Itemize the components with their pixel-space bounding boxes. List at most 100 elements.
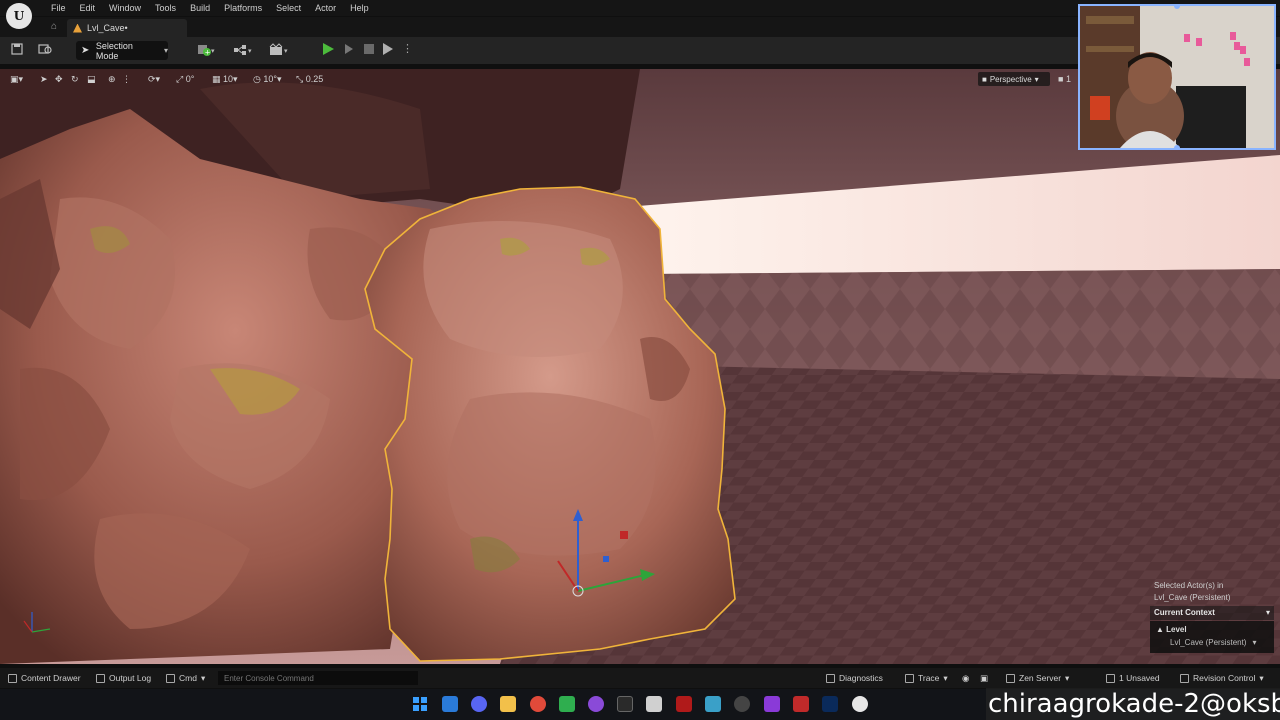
current-context-header[interactable]: Current Context ▾ xyxy=(1150,606,1274,620)
discord-icon[interactable] xyxy=(471,696,487,712)
menu-tools[interactable]: Tools xyxy=(148,2,183,15)
home-icon[interactable]: ⌂ xyxy=(48,21,60,33)
selection-mode-dropdown[interactable]: ➤ Selection Mode ▾ xyxy=(76,41,168,61)
terminal-icon xyxy=(166,673,175,683)
unsaved-label: 1 Unsaved xyxy=(1119,673,1160,683)
move-tool-icon[interactable]: ✥ xyxy=(55,73,63,85)
revision-control-dropdown[interactable]: Revision Control ▾ xyxy=(1180,672,1264,684)
output-log-label: Output Log xyxy=(109,673,152,683)
save-icon[interactable] xyxy=(10,43,24,57)
transform-menu-icon[interactable]: ▣▾ xyxy=(10,73,23,85)
chevron-down-icon: ▾ xyxy=(1034,74,1039,84)
rotation-snap-value: 0° xyxy=(185,74,195,84)
viewport-options[interactable]: ■ 1 xyxy=(1058,73,1071,85)
watermark-text: chiraagrokade-2@oksbi xyxy=(986,688,1280,720)
select-tool-icon[interactable]: ➤ xyxy=(40,73,48,85)
notepad-plus-icon[interactable] xyxy=(559,696,575,712)
menu-window[interactable]: Window xyxy=(102,2,148,15)
record-icon[interactable]: ◉ xyxy=(962,672,969,684)
add-actor-icon[interactable]: + ▾ xyxy=(196,43,218,57)
revision-icon xyxy=(1180,673,1189,683)
windows-start-icon[interactable] xyxy=(412,696,428,712)
content-drawer-icon xyxy=(8,673,17,683)
file-explorer-icon[interactable] xyxy=(500,696,516,712)
viewport-toolbar: ▣▾ ➤ ✥ ↻ ⬓ ⊕ ⋮ ⟳▾ ⤢ 0° ▦ 10▾ ◷ 10°▾ ⤡ 0.… xyxy=(0,69,1280,89)
browse-icon[interactable] xyxy=(38,43,52,57)
more-icon[interactable]: ⋮ xyxy=(122,73,131,85)
resize-handle-icon[interactable] xyxy=(1174,145,1180,148)
terminal-icon[interactable] xyxy=(617,696,633,712)
eject-button[interactable] xyxy=(383,43,393,55)
level-row: ▲ Level xyxy=(1150,623,1274,636)
app-circle-icon[interactable] xyxy=(734,696,750,712)
unsaved-button[interactable]: 1 Unsaved xyxy=(1106,672,1160,684)
trace-icon xyxy=(905,673,914,683)
level-value: Lvl_Cave (Persistent) xyxy=(1170,638,1247,647)
surface-snap-icon[interactable]: ⟳▾ xyxy=(148,73,160,85)
visual-studio-icon[interactable] xyxy=(764,696,780,712)
chevron-down-icon: ▾ xyxy=(943,673,948,683)
tab-level[interactable]: Lvl_Cave• xyxy=(67,19,187,37)
menu-platforms[interactable]: Platforms xyxy=(217,2,269,15)
stop-button[interactable] xyxy=(364,44,374,54)
view-mode-label: Perspective xyxy=(989,74,1032,84)
trace-dropdown[interactable]: Trace ▾ xyxy=(905,672,948,684)
cmd-dropdown[interactable]: Cmd ▾ xyxy=(166,672,205,684)
menu-help[interactable]: Help xyxy=(343,2,376,15)
scale-icon: ⤡ xyxy=(296,74,306,84)
revision-control-label: Revision Control xyxy=(1193,673,1256,683)
console-command-input[interactable] xyxy=(218,671,418,685)
viewport-options-label: 1 xyxy=(1065,74,1071,84)
angle-snap-toggle[interactable]: ◷ 10°▾ xyxy=(253,73,282,85)
menu-select[interactable]: Select xyxy=(269,2,308,15)
unreal-engine-icon[interactable] xyxy=(852,696,868,712)
photoshop-icon[interactable] xyxy=(822,696,838,712)
level-label: Level xyxy=(1166,625,1187,634)
app-blue-icon[interactable] xyxy=(705,696,721,712)
unreal-logo-icon[interactable]: U xyxy=(6,3,32,29)
zen-server-dropdown[interactable]: Zen Server ▾ xyxy=(1006,672,1069,684)
content-drawer-button[interactable]: Content Drawer xyxy=(8,672,81,684)
cinematics-icon[interactable]: ▾ xyxy=(268,43,292,57)
level-value-row[interactable]: Lvl_Cave (Persistent) ▾ xyxy=(1150,636,1274,649)
camera-capture-icon[interactable]: ▣ xyxy=(980,672,988,684)
diagnostics-button[interactable]: Diagnostics xyxy=(826,672,883,684)
menu-edit[interactable]: Edit xyxy=(73,2,103,15)
content-drawer-label: Content Drawer xyxy=(21,673,81,683)
diagnostics-icon xyxy=(826,673,835,683)
svg-text:▾: ▾ xyxy=(211,47,215,55)
more-options-icon[interactable]: ⋮ xyxy=(402,42,413,55)
play-button[interactable] xyxy=(323,43,334,55)
step-button[interactable] xyxy=(345,44,353,54)
chevron-down-icon: ▾ xyxy=(1065,673,1070,683)
level-icon: ▲ xyxy=(1156,625,1167,634)
grid-snap-toggle[interactable]: ▦ 10▾ xyxy=(212,73,238,85)
chrome-icon[interactable] xyxy=(530,696,546,712)
snap-icon: ⤢ xyxy=(176,74,186,84)
svg-text:▾: ▾ xyxy=(284,47,288,55)
menu-build[interactable]: Build xyxy=(183,2,217,15)
output-log-icon xyxy=(96,673,105,683)
edge-browser-icon[interactable] xyxy=(442,696,458,712)
angle-snap-value: 10° xyxy=(263,74,277,84)
blueprint-icon[interactable]: ▾ xyxy=(232,43,256,57)
selected-actors-label: Selected Actor(s) in xyxy=(1154,581,1224,590)
chevron-down-icon: ▾ xyxy=(1259,673,1264,683)
world-local-icon[interactable]: ⊕ xyxy=(108,73,116,85)
output-log-button[interactable]: Output Log xyxy=(96,672,151,684)
rotate-tool-icon[interactable]: ↻ xyxy=(71,73,79,85)
github-icon[interactable] xyxy=(588,696,604,712)
scale-tool-icon[interactable]: ⬓ xyxy=(87,73,96,85)
zen-server-label: Zen Server xyxy=(1019,673,1062,683)
angle-icon: ◷ xyxy=(253,74,264,84)
cmd-label: Cmd xyxy=(179,673,197,683)
level-viewport[interactable]: ▣▾ ➤ ✥ ↻ ⬓ ⊕ ⋮ ⟳▾ ⤢ 0° ▦ 10▾ ◷ 10°▾ ⤡ 0.… xyxy=(0,69,1280,664)
menu-actor[interactable]: Actor xyxy=(308,2,343,15)
menu-file[interactable]: File xyxy=(44,2,73,15)
view-mode-dropdown[interactable]: ■ Perspective ▾ xyxy=(978,72,1050,86)
scale-snap-toggle[interactable]: ⤡ 0.25 xyxy=(296,73,323,85)
davinci-icon[interactable] xyxy=(793,696,809,712)
snipping-tool-icon[interactable] xyxy=(646,696,662,712)
rotation-snap-toggle[interactable]: ⤢ 0° xyxy=(176,73,194,85)
app-red-icon[interactable] xyxy=(676,696,692,712)
